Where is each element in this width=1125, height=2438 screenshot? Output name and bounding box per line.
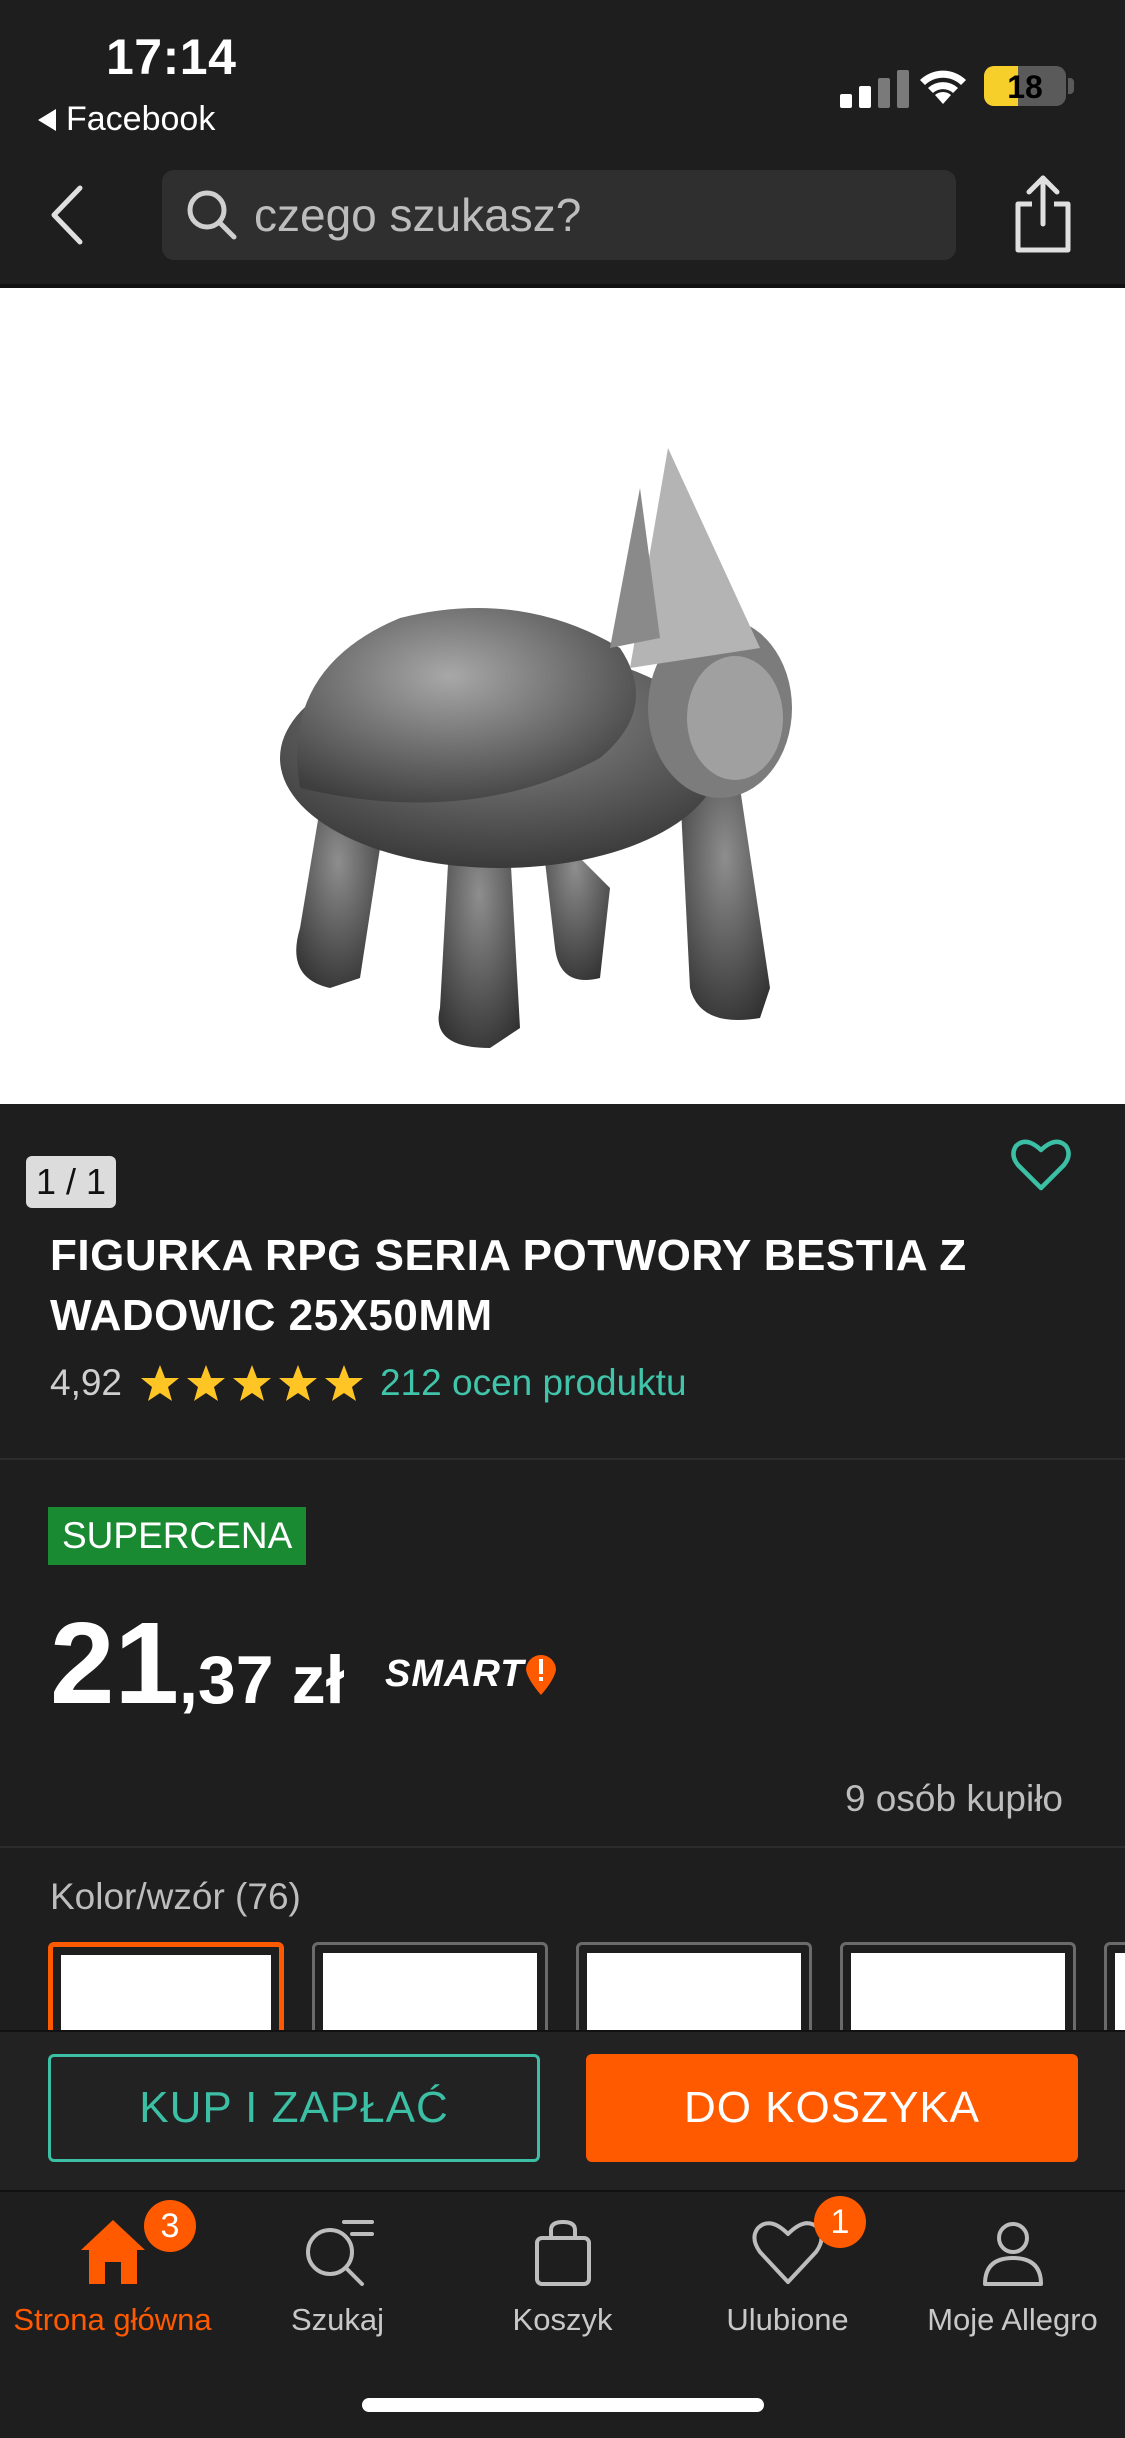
favorites-notification-badge: 1 [814,2196,866,2248]
tab-home-label: Strona główna [13,2302,212,2337]
rating-row: 4,92 212 ocen produktu [50,1362,687,1404]
back-app-label: Facebook [66,100,216,138]
reviews-link[interactable]: 212 ocen produktu [380,1362,687,1404]
smart-exclamation-icon [526,1655,557,1695]
tab-my-allegro[interactable]: Moje Allegro [900,2196,1125,2338]
battery-tip [1068,78,1074,94]
star-icon [187,1365,226,1401]
supercena-badge: SUPERCENA [48,1507,307,1565]
star-icon [325,1365,364,1401]
add-to-cart-button[interactable]: DO KOSZYKA [586,2054,1078,2162]
product-image[interactable] [0,288,1125,1104]
product-figurine-illustration [280,448,792,1048]
variant-thumbnails [48,1942,1125,2030]
back-to-app-link[interactable]: Facebook [38,100,215,139]
variants-label: Kolor/wzór (76) [50,1876,301,1917]
tab-favorites[interactable]: Ulubione [675,2196,900,2338]
tab-cart[interactable]: Koszyk [450,2196,675,2338]
cellular-signal-icon [840,66,909,108]
favorite-heart-icon[interactable] [1010,1136,1072,1192]
home-indicator [362,2398,764,2412]
image-counter: 1 / 1 [26,1156,116,1208]
rating-value: 4,92 [50,1362,123,1403]
price-currency: zł [291,1642,345,1718]
battery-icon: 18 [984,66,1066,106]
tab-cart-label: Koszyk [512,2302,613,2337]
bag-icon [534,2219,591,2286]
buyers-count: 9 osób kupiło [844,1778,1063,1819]
variant-thumbnail-selected[interactable] [48,1942,284,2030]
search-list-icon [305,2220,374,2286]
variant-thumbnail[interactable] [312,1942,548,2030]
variant-thumbnail[interactable] [576,1942,812,2030]
battery-level: 18 [1007,69,1043,105]
variant-thumbnail[interactable] [1104,1942,1125,2030]
smart-badge: SMART [385,1652,558,1696]
search-input[interactable]: czego szukasz? [162,170,956,260]
rating-stars [140,1363,364,1403]
back-triangle-icon [38,108,56,131]
tab-my-allegro-label: Moje Allegro [927,2302,1098,2337]
search-icon [187,190,237,240]
smart-label: SMART [385,1652,525,1695]
star-icon [233,1365,272,1401]
search-placeholder: czego szukasz? [254,189,582,241]
tab-search-label: Szukaj [290,2302,385,2337]
home-notification-badge: 3 [144,2200,196,2252]
tab-search[interactable]: Szukaj [225,2196,450,2338]
buy-now-button[interactable]: KUP I ZAPŁAĆ [48,2054,540,2162]
tab-favorites-label: Ulubione [726,2302,849,2337]
user-icon [982,2222,1043,2286]
status-time: 17:14 [106,29,237,85]
star-icon [141,1365,180,1401]
share-icon[interactable] [1010,172,1076,256]
price: 21 ,37 zł [50,1596,344,1730]
section-divider [0,1846,1125,1848]
product-title: FIGURKA RPG SERIA POTWORY BESTIA Z WADOW… [50,1231,967,1340]
back-chevron-icon[interactable] [40,180,100,250]
price-decimal: ,37 [179,1642,274,1718]
variant-thumbnail[interactable] [840,1942,1076,2030]
star-icon [279,1365,318,1401]
section-divider [0,1458,1125,1460]
home-icon [80,2220,145,2284]
price-integer: 21 [50,1598,180,1728]
wifi-icon [920,70,966,104]
